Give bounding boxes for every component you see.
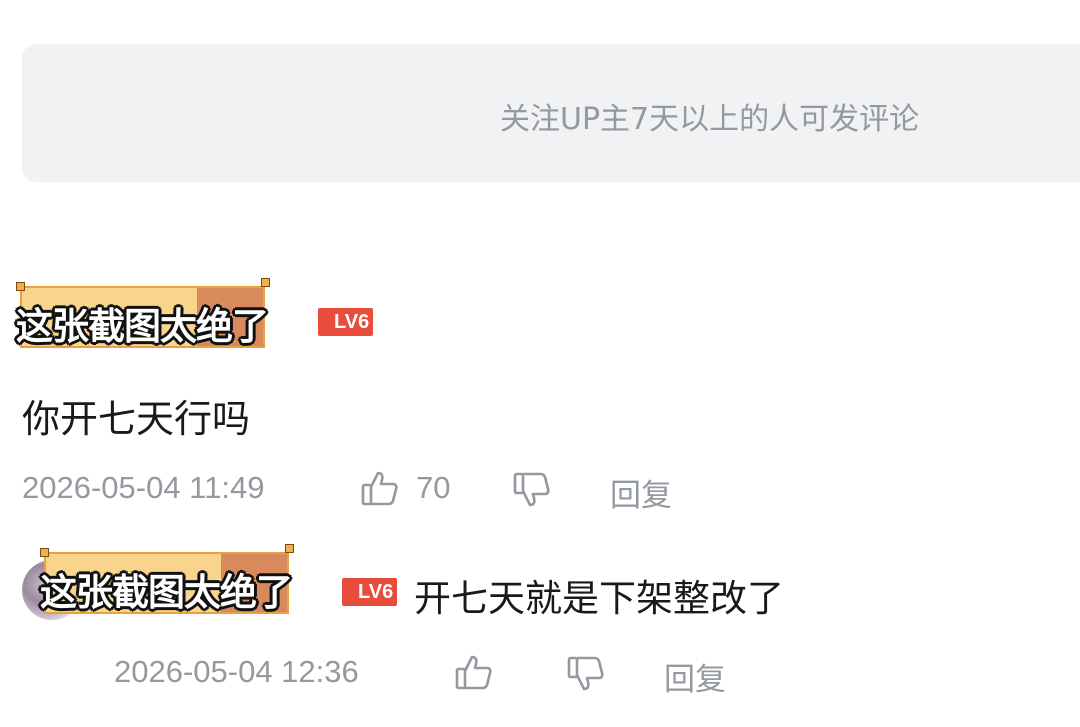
username[interactable]: 这张截图太绝了 xyxy=(16,296,269,350)
thumbs-down-icon[interactable] xyxy=(512,470,552,510)
thumbs-up-icon[interactable] xyxy=(454,652,494,692)
username-sticker-overlay: 这张截图太绝了 xyxy=(40,544,300,614)
username-sticker-overlay: 这张截图太绝了 xyxy=(16,278,276,348)
thumbs-down-icon[interactable] xyxy=(566,654,606,694)
comment-input-placeholder: 关注UP主7天以上的人可发评论 xyxy=(500,102,920,137)
level-badge: LV6 xyxy=(342,578,398,606)
username[interactable]: 这张截图太绝了 xyxy=(40,562,293,616)
reply-button[interactable]: 回复 xyxy=(610,470,672,515)
reply-button[interactable]: 回复 xyxy=(664,654,726,699)
comment-time: 2026-05-04 11:49 xyxy=(22,470,265,505)
level-badge: LV6 xyxy=(318,308,374,336)
like-count: 70 xyxy=(416,470,451,505)
thumbs-up-icon[interactable] xyxy=(360,468,400,508)
comment-input[interactable]: 关注UP主7天以上的人可发评论 xyxy=(22,44,1080,182)
comment-text: 你开七天行吗 xyxy=(22,397,251,441)
reply-text: 开七天就是下架整改了 xyxy=(414,577,784,620)
reply-time: 2026-05-04 12:36 xyxy=(114,654,359,689)
